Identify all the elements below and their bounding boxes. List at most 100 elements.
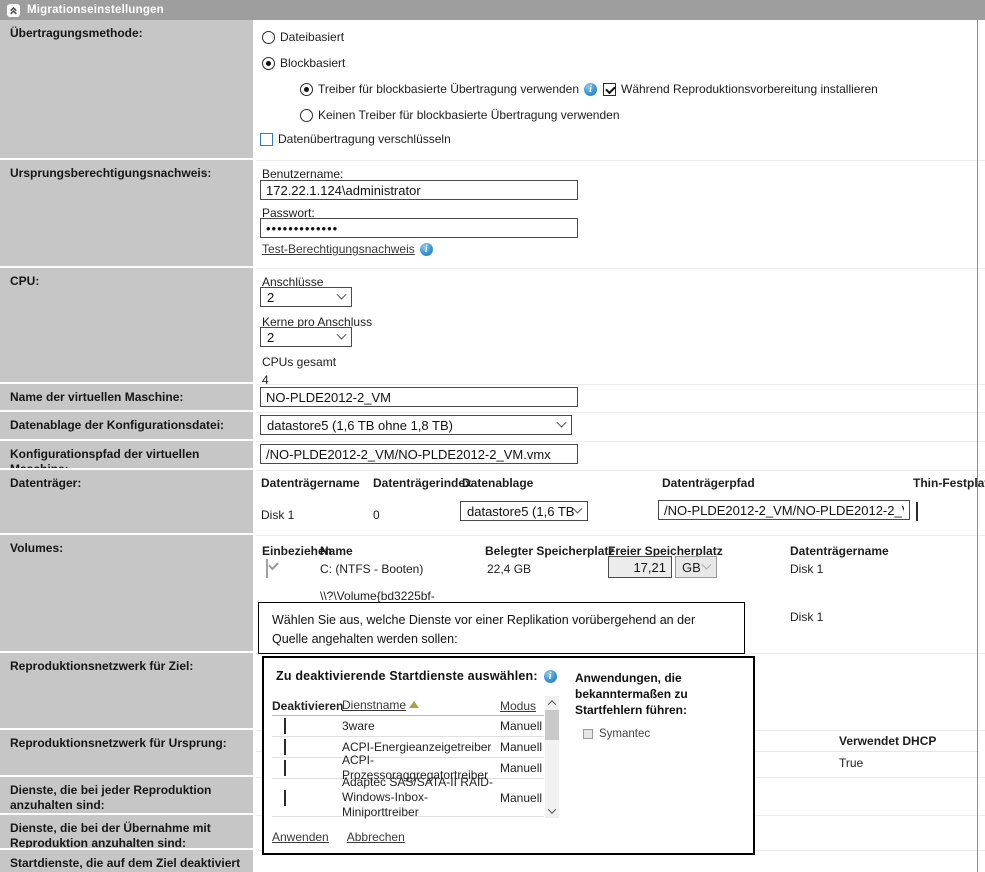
username-input[interactable] xyxy=(260,180,578,200)
scrollbar-thumb[interactable] xyxy=(545,710,559,740)
username-label: Benutzername: xyxy=(262,167,343,181)
disk-col-path: Datenträgerpfad xyxy=(662,476,755,490)
migration-settings-window: Migrationseinstellungen Übertragungsmeth… xyxy=(0,0,985,872)
service-name: Adaptec SAS/SATA-II RAID-Windows-Inbox-M… xyxy=(342,775,500,820)
chevron-down-icon xyxy=(337,289,347,299)
service-deactivate-checkbox[interactable] xyxy=(284,718,286,734)
config-datastore-value: datastore5 (1,6 TB ohne 1,8 TB) xyxy=(267,418,453,433)
scroll-down-icon[interactable] xyxy=(545,804,559,818)
window-title: Migrationseinstellungen xyxy=(27,4,164,16)
source-credentials-label: Ursprungsberechtigungsnachweis: xyxy=(0,160,253,266)
service-mode: Manuell xyxy=(500,791,544,805)
test-credentials-info-icon[interactable]: i xyxy=(420,243,433,256)
dialog-info-icon[interactable]: i xyxy=(544,670,557,683)
cpu-label: CPU: xyxy=(0,268,253,382)
no-driver-radio[interactable] xyxy=(300,109,313,122)
service-row: 3ware Manuell xyxy=(272,716,544,737)
vm-name-input[interactable] xyxy=(260,387,578,407)
app-name: Symantec xyxy=(599,728,650,740)
sockets-select[interactable]: 2 xyxy=(260,287,352,307)
service-deactivate-checkbox[interactable] xyxy=(284,760,286,776)
service-name: 3ware xyxy=(342,719,500,734)
disk-datastore-select[interactable]: datastore5 (1,6 TB xyxy=(460,501,588,521)
app-checkbox xyxy=(583,729,593,739)
install-during-prep-checkbox[interactable] xyxy=(603,83,616,96)
col-mode-sort-link[interactable]: Modus xyxy=(500,699,536,713)
sockets-value: 2 xyxy=(267,290,274,305)
install-during-prep-label: Während Reproduktionsvorbereitung instal… xyxy=(621,82,878,96)
vm-name-label: Name der virtuellen Maschine: xyxy=(0,384,253,410)
section-vm-name: Name der virtuellen Maschine: xyxy=(0,384,985,410)
service-deactivate-checkbox[interactable] xyxy=(284,790,286,806)
disk-index-value: 0 xyxy=(373,508,380,522)
services-scrollbar[interactable] xyxy=(545,696,559,818)
volume2-name: \\?\Volume{bd3225bf- xyxy=(320,589,435,603)
cores-value: 2 xyxy=(267,330,274,345)
services-table: Deaktivieren Dienstname Modus 3ware Manu… xyxy=(272,696,544,817)
dhcp-value: True xyxy=(839,756,863,770)
password-input[interactable] xyxy=(260,218,578,238)
config-datastore-label: Datenablage der Konfigurationsdatei: xyxy=(0,412,253,439)
disks-label: Datenträger: xyxy=(0,470,253,533)
services-description-box: Wählen Sie aus, welche Dienste vor einer… xyxy=(258,602,745,654)
volume-free-unit-select: GB xyxy=(675,556,717,578)
volume-free-input[interactable] xyxy=(608,556,672,578)
volume-include-checkbox xyxy=(266,559,268,578)
config-path-input[interactable] xyxy=(260,444,578,464)
collapse-section-icon[interactable] xyxy=(7,4,20,17)
service-mode: Manuell xyxy=(500,719,544,733)
section-config-datastore: Datenablage der Konfigurationsdatei: dat… xyxy=(0,412,985,439)
apply-link[interactable]: Anwenden xyxy=(272,830,329,844)
scroll-up-icon[interactable] xyxy=(545,696,559,710)
encrypt-transfer-checkbox[interactable] xyxy=(260,133,273,146)
disk-datastore-value: datastore5 (1,6 TB xyxy=(467,504,574,519)
services-cutover-label: Dienste, die bei der Übernahme mit Repro… xyxy=(0,815,253,848)
config-datastore-select[interactable]: datastore5 (1,6 TB ohne 1,8 TB) xyxy=(260,415,572,435)
chevron-down-icon xyxy=(337,329,347,339)
vol-col-disk: Datenträgername xyxy=(790,544,889,558)
cancel-link[interactable]: Abbrechen xyxy=(347,830,405,844)
thin-disk-checkbox[interactable] xyxy=(916,502,918,521)
source-network-label: Reproduktionsnetzwerk für Ursprung: xyxy=(0,730,253,775)
volume2-disk: Disk 1 xyxy=(790,610,823,624)
section-cpu: CPU: Anschlüsse 2 Kerne pro Anschluss 2 … xyxy=(0,268,985,382)
vol-col-used: Belegter Speicherplatz xyxy=(485,544,614,558)
disk-col-name: Datenträgername xyxy=(261,476,360,490)
disk-name-value: Disk 1 xyxy=(261,508,294,522)
startup-services-dialog: Zu deaktivierende Startdienste auswählen… xyxy=(262,656,755,855)
volume-disk: Disk 1 xyxy=(790,562,823,576)
disk-path-input[interactable] xyxy=(658,500,910,520)
col-deactivate: Deaktivieren xyxy=(272,699,342,713)
disk-col-thin: Thin-Festplatte xyxy=(913,476,985,490)
app-item: Symantec xyxy=(583,728,747,740)
vol-col-name: Name xyxy=(320,544,353,558)
service-mode: Manuell xyxy=(500,740,544,754)
use-driver-radio[interactable] xyxy=(300,83,313,96)
block-based-radio[interactable] xyxy=(262,57,275,70)
volume-name: C: (NTFS - Booten) xyxy=(320,562,423,576)
services-description-text: Wählen Sie aus, welche Dienste vor einer… xyxy=(272,613,695,646)
target-network-label: Reproduktionsnetzwerk für Ziel: xyxy=(0,653,253,728)
chevron-down-icon xyxy=(702,559,712,569)
cores-select[interactable]: 2 xyxy=(260,327,352,347)
file-based-radio[interactable] xyxy=(262,31,275,44)
window-right-border xyxy=(977,20,978,872)
titlebar: Migrationseinstellungen xyxy=(0,0,985,20)
section-disks: Datenträger: Datenträgername Datenträger… xyxy=(0,470,985,533)
sort-ascending-icon xyxy=(409,701,419,708)
disk-col-datastore: Datenablage xyxy=(462,476,533,490)
use-driver-info-icon[interactable]: i xyxy=(584,83,597,96)
encrypt-transfer-label: Datenübertragung verschlüsseln xyxy=(278,132,451,146)
config-path-label: Konfigurationspfad der virtuellen Maschi… xyxy=(0,441,253,468)
startup-services-label: Startdienste, die auf dem Ziel deaktivie… xyxy=(0,850,253,872)
block-based-label: Blockbasiert xyxy=(280,56,345,70)
use-driver-label: Treiber für blockbasierte Übertragung ve… xyxy=(318,82,579,96)
volumes-label: Volumes: xyxy=(0,535,253,651)
test-credentials-link[interactable]: Test-Berechtigungsnachweis xyxy=(262,242,415,256)
service-deactivate-checkbox[interactable] xyxy=(284,739,286,755)
col-service-sort-link[interactable]: Dienstname xyxy=(342,698,406,712)
chevron-down-icon xyxy=(557,417,567,427)
volume-used: 22,4 GB xyxy=(487,562,531,576)
service-row: Adaptec SAS/SATA-II RAID-Windows-Inbox-M… xyxy=(272,779,544,817)
section-source-credentials: Ursprungsberechtigungsnachweis: Benutzer… xyxy=(0,160,985,266)
